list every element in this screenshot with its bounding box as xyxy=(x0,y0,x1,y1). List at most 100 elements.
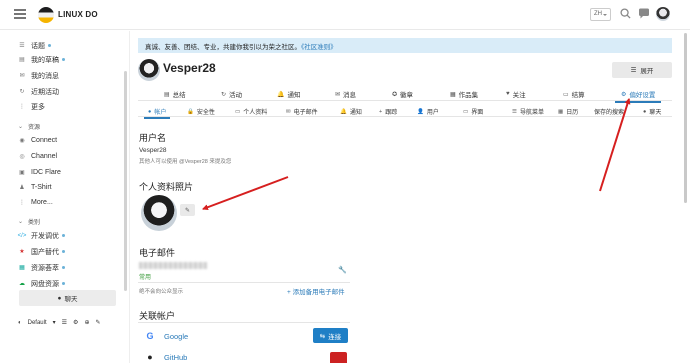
sidebar-item[interactable]: ⋮ More... xyxy=(18,197,53,208)
users-icon: 👤 xyxy=(417,108,424,115)
guidelines-link[interactable]: 《社区准则》 xyxy=(301,44,337,51)
expand-button[interactable]: ☰ 展开 xyxy=(612,62,672,78)
sidebar-item[interactable]: ▤ 我的草稿 xyxy=(18,54,65,65)
tab-gear[interactable]: ⚙ 偏好设置 xyxy=(614,89,662,103)
flare-icon: ▣ xyxy=(19,170,25,176)
main-scrollbar[interactable] xyxy=(684,33,687,203)
profile-photo-title: 个人资料照片 xyxy=(139,182,194,192)
sidebar-item-label: 我的草稿 xyxy=(31,56,59,64)
tab-label: 作品集 xyxy=(458,92,479,99)
subtab-label: 界面 xyxy=(471,110,484,116)
sidebar-item[interactable]: ◎ Channel xyxy=(18,151,57,162)
tab-summary[interactable]: ▤ 总结 xyxy=(164,89,186,100)
connect-google-button[interactable]: ⇆ 连接 xyxy=(313,328,348,343)
subtab-12[interactable]: ● 聊天 xyxy=(643,107,661,117)
chat-button[interactable]: ● 聊天 xyxy=(19,290,116,306)
subtab-1[interactable]: ● 帐户 xyxy=(143,107,171,119)
language-select[interactable]: ZH xyxy=(590,8,611,21)
subtab-6[interactable]: + 跟踪 xyxy=(379,107,397,117)
sidebar-item[interactable]: ☰ 话题 xyxy=(18,40,51,51)
email-title: 电子邮件 xyxy=(139,248,176,258)
subtab-label: 日历 xyxy=(566,110,579,116)
china-icon: ★ xyxy=(19,249,25,255)
wrench-icon[interactable]: 🔧 xyxy=(338,266,347,274)
sidebar-item[interactable]: ◉ Connect xyxy=(18,135,57,146)
unread-dot xyxy=(62,266,65,269)
list-icon[interactable]: ☰ xyxy=(62,319,67,326)
chevron-down-icon: ⌄ xyxy=(18,219,24,225)
sidebar-item-label: 国产替代 xyxy=(31,248,59,256)
subtab-2[interactable]: 🔒 安全性 xyxy=(187,107,215,117)
tab-badge[interactable]: ✪ 徽章 xyxy=(392,89,413,100)
sidebar-section-label: 资源 xyxy=(28,125,41,131)
sidebar-item[interactable]: ☁ 网盘资源 xyxy=(18,278,65,289)
follow-icon: ♥ xyxy=(506,91,510,97)
profile-icon: ▭ xyxy=(235,108,241,115)
sidebar-item[interactable]: ★ 国产替代 xyxy=(18,246,65,257)
chat-icon[interactable] xyxy=(638,8,650,19)
unread-dot xyxy=(48,44,51,47)
add-email-button[interactable]: + 添加备用电子邮件 xyxy=(287,286,345,296)
tab-label: 偏好设置 xyxy=(629,92,656,99)
sidebar-item[interactable]: ♟ T-Shirt xyxy=(18,182,52,193)
sidebar-item[interactable]: ▦ 资源荟萃 xyxy=(18,262,65,273)
subtab-label: 保存的搜索 xyxy=(594,110,625,116)
subtab-9[interactable]: ☰ 导航菜单 xyxy=(512,107,544,117)
subtab-label: 个人资料 xyxy=(243,110,268,116)
sidebar-section-categories[interactable]: ⌄ 类别 xyxy=(18,217,40,226)
delete-github-button[interactable] xyxy=(330,352,347,363)
search-icon[interactable] xyxy=(620,8,631,19)
annotation-arrow-photo xyxy=(202,176,289,211)
topics-icon: ☰ xyxy=(19,43,25,49)
sidebar-item[interactable]: </> 开发调优 xyxy=(18,230,65,241)
plus-icon[interactable]: ⊕ xyxy=(84,319,89,326)
tab-billing[interactable]: ▭ 结算 xyxy=(563,89,585,100)
edit-icon[interactable]: ✎ xyxy=(95,319,100,326)
sidebar-item-label: 更多 xyxy=(31,103,45,111)
connect-icon: ⇆ xyxy=(319,332,326,340)
subtab-5[interactable]: 🔔 通知 xyxy=(340,107,362,117)
profile-avatar[interactable] xyxy=(138,59,160,81)
cloud-drive-icon: ☁ xyxy=(19,281,25,287)
tab-label: 活动 xyxy=(229,92,243,99)
user-avatar[interactable] xyxy=(656,7,670,21)
chat-icon: ● xyxy=(57,294,62,302)
tshirt-icon: ♟ xyxy=(19,185,25,191)
tab-envelope[interactable]: ✉ 消息 xyxy=(335,89,356,100)
sidebar-item-label: T-Shirt xyxy=(31,184,52,191)
edit-photo-button[interactable]: ✎ xyxy=(180,204,195,216)
tab-activity[interactable]: ↻ 活动 xyxy=(221,89,243,100)
tab-follow[interactable]: ♥ 关注 xyxy=(506,89,526,99)
username-hint: 其他人可以使用 @Vesper28 来提及您 xyxy=(139,159,232,165)
subtab-11[interactable]: 保存的搜索 xyxy=(594,107,624,116)
unread-dot xyxy=(62,234,65,237)
site-logo[interactable] xyxy=(38,7,54,23)
sidebar-item[interactable]: ↻ 近期活动 xyxy=(18,86,59,97)
google-label: Google xyxy=(164,331,189,341)
subtab-8[interactable]: ▭ 界面 xyxy=(463,107,484,117)
subtab-4[interactable]: ✉ 电子邮件 xyxy=(286,107,318,117)
sidebar-item[interactable]: ⋮ 更多 xyxy=(18,101,45,112)
divider xyxy=(138,322,350,323)
sidebar-item[interactable]: ▣ IDC Flare xyxy=(18,167,61,178)
theme-selector[interactable]: Default xyxy=(28,320,47,326)
plus-icon: + xyxy=(379,108,383,115)
tab-portfolio[interactable]: ▦ 作品集 xyxy=(450,89,479,100)
subtab-10[interactable]: ▦ 日历 xyxy=(558,107,579,117)
chevron-down-icon: ▾ xyxy=(52,320,56,326)
subtab-3[interactable]: ▭ 个人资料 xyxy=(235,107,268,117)
gear-icon: ⚙ xyxy=(621,91,627,98)
google-account-row: G Google xyxy=(145,331,188,341)
sidebar-item-label: 话题 xyxy=(31,42,45,50)
chevron-down-icon: ⌄ xyxy=(18,124,24,130)
site-brand[interactable]: LINUX DO xyxy=(58,10,98,19)
pencil-icon: ✎ xyxy=(184,207,191,214)
settings-icon[interactable]: ⚙ xyxy=(73,319,78,326)
subtab-7[interactable]: 👤 用户 xyxy=(417,107,439,117)
sidebar-scrollbar[interactable] xyxy=(124,71,127,291)
envelope-icon: ✉ xyxy=(286,108,291,115)
sidebar-item[interactable]: ✉ 我的消息 xyxy=(18,70,59,81)
sidebar-section-resources[interactable]: ⌄ 资源 xyxy=(18,122,40,131)
tab-bell[interactable]: 🔔 通知 xyxy=(277,89,300,100)
hamburger-menu-icon[interactable] xyxy=(14,9,26,19)
